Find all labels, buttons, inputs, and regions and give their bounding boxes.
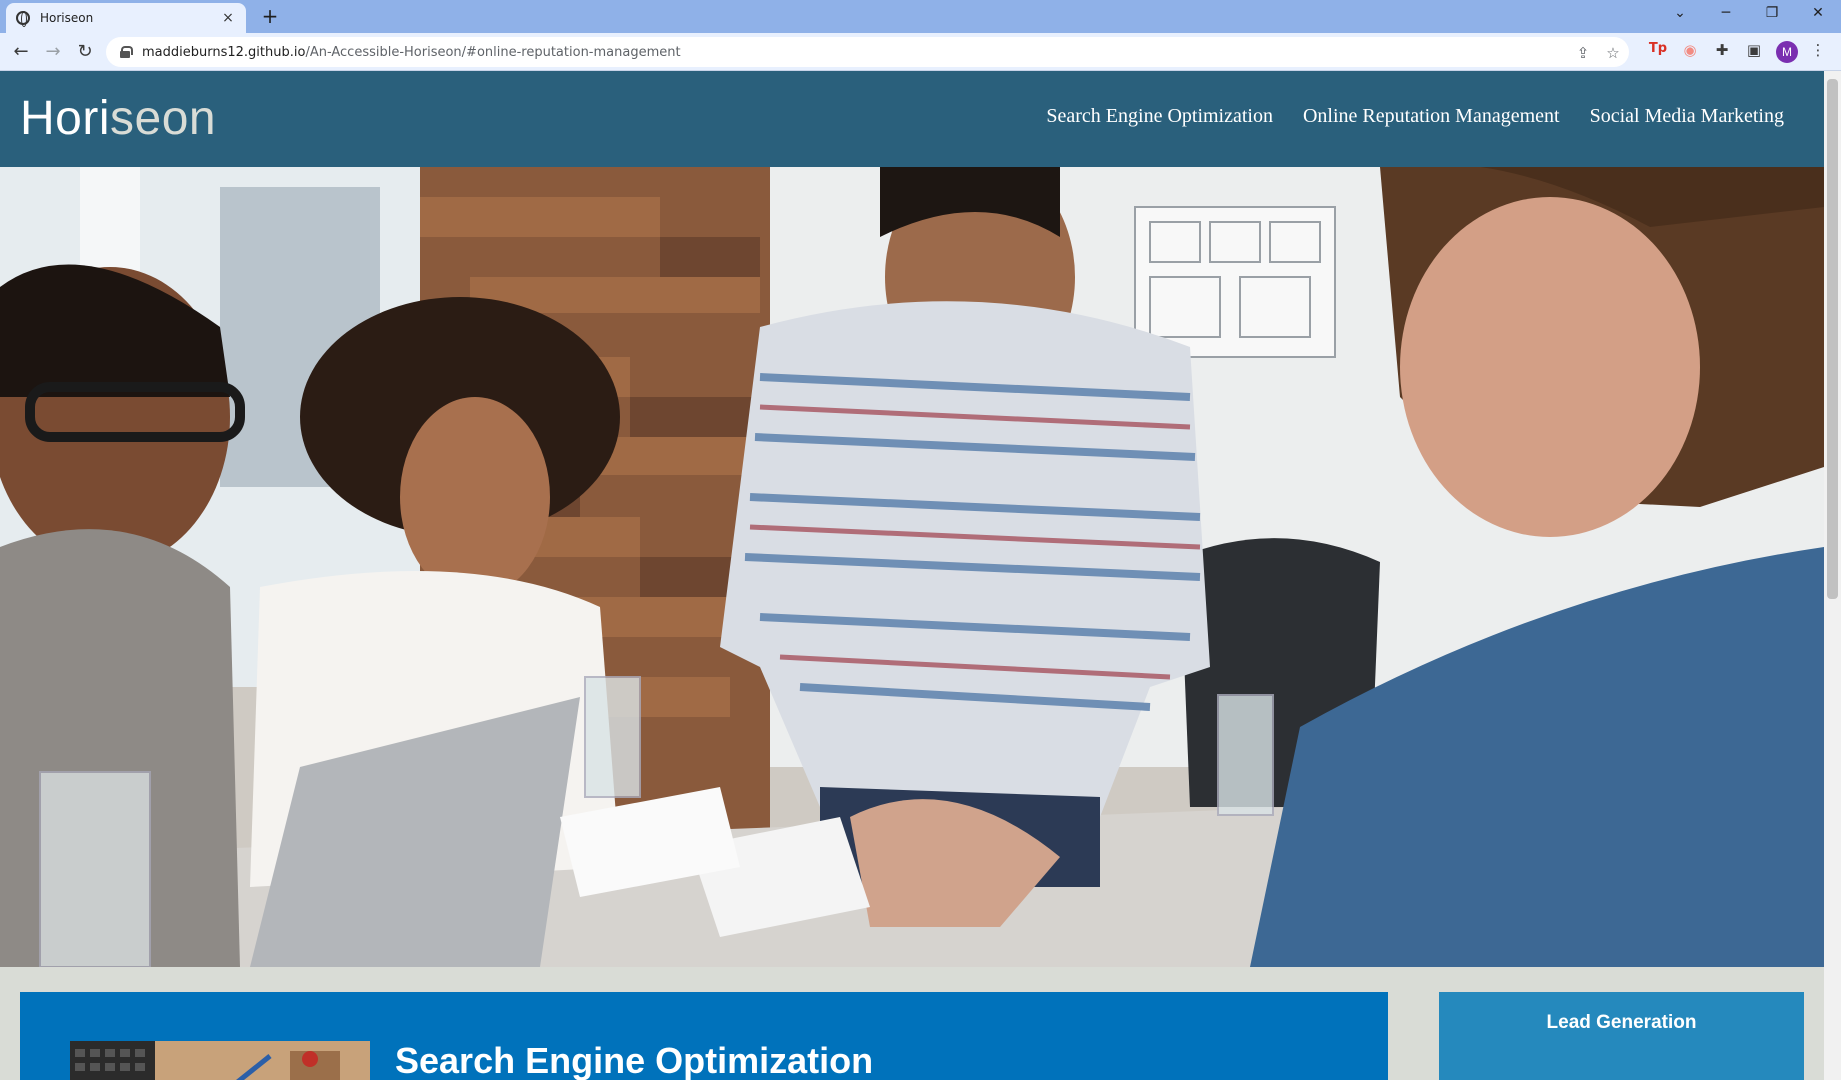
site-header: Horiseon Search Engine Optimization Onli… xyxy=(0,71,1824,167)
extensions-puzzle-icon[interactable]: ✚ xyxy=(1712,41,1732,59)
extension-tp-icon[interactable]: Tp xyxy=(1648,41,1668,56)
globe-icon xyxy=(16,11,30,27)
page-scrollbar[interactable] xyxy=(1824,71,1841,1080)
logo-main: Hori xyxy=(20,92,111,145)
bookmark-star-icon[interactable]: ☆ xyxy=(1604,44,1622,62)
reload-button[interactable]: ↻ xyxy=(73,40,97,64)
seo-section-card: Search Engine Optimization xyxy=(20,992,1388,1080)
forward-button[interactable]: → xyxy=(41,40,65,64)
tab-search-icon[interactable]: ⌄ xyxy=(1668,5,1692,21)
nav-link-social-media[interactable]: Social Media Marketing xyxy=(1590,105,1784,128)
url-path: /An-Accessible-Horiseon/#online-reputati… xyxy=(305,44,681,60)
tab-title: Horiseon xyxy=(40,11,94,25)
share-icon[interactable]: ⇪ xyxy=(1574,44,1592,62)
logo-accent: seon xyxy=(110,92,217,145)
window-close-button[interactable]: ✕ xyxy=(1806,5,1830,21)
scrollbar-thumb[interactable] xyxy=(1827,79,1838,599)
site-logo: Horiseon xyxy=(20,91,216,146)
lock-icon xyxy=(120,46,133,58)
seo-section-title: Search Engine Optimization xyxy=(395,1040,874,1080)
tab-close-button[interactable]: × xyxy=(220,10,236,26)
browser-toolbar: ← → ↻ maddieburns12.github.io/An-Accessi… xyxy=(0,33,1841,71)
profile-avatar[interactable]: M xyxy=(1776,41,1798,63)
site-navigation: Search Engine Optimization Online Reputa… xyxy=(1046,105,1784,128)
url-host: maddieburns12.github.io xyxy=(142,44,306,60)
more-menu-icon[interactable]: ⋮ xyxy=(1808,41,1828,59)
address-bar[interactable]: maddieburns12.github.io/An-Accessible-Ho… xyxy=(106,37,1629,67)
restore-button[interactable]: ❐ xyxy=(1760,5,1784,21)
minimize-button[interactable]: ─ xyxy=(1714,5,1738,21)
seo-section-image xyxy=(70,1041,370,1080)
hero-image xyxy=(0,167,1824,967)
keyboard-desk-illustration xyxy=(70,1041,370,1080)
lead-generation-title: Lead Generation xyxy=(1546,1012,1697,1033)
tab-strip: Horiseon × + ⌄ ─ ❐ ✕ xyxy=(0,0,1841,33)
extension-record-icon[interactable]: ◉ xyxy=(1680,41,1700,59)
lead-generation-card: Lead Generation xyxy=(1439,992,1804,1080)
nav-link-online-reputation[interactable]: Online Reputation Management xyxy=(1303,105,1560,128)
browser-tab[interactable]: Horiseon × xyxy=(6,3,246,33)
page-viewport: Horiseon Search Engine Optimization Onli… xyxy=(0,71,1824,1080)
side-panel-icon[interactable]: ▣ xyxy=(1744,41,1764,59)
back-button[interactable]: ← xyxy=(9,40,33,64)
hero-photo-illustration xyxy=(0,167,1824,967)
nav-link-seo[interactable]: Search Engine Optimization xyxy=(1046,105,1273,128)
new-tab-button[interactable]: + xyxy=(258,4,282,28)
